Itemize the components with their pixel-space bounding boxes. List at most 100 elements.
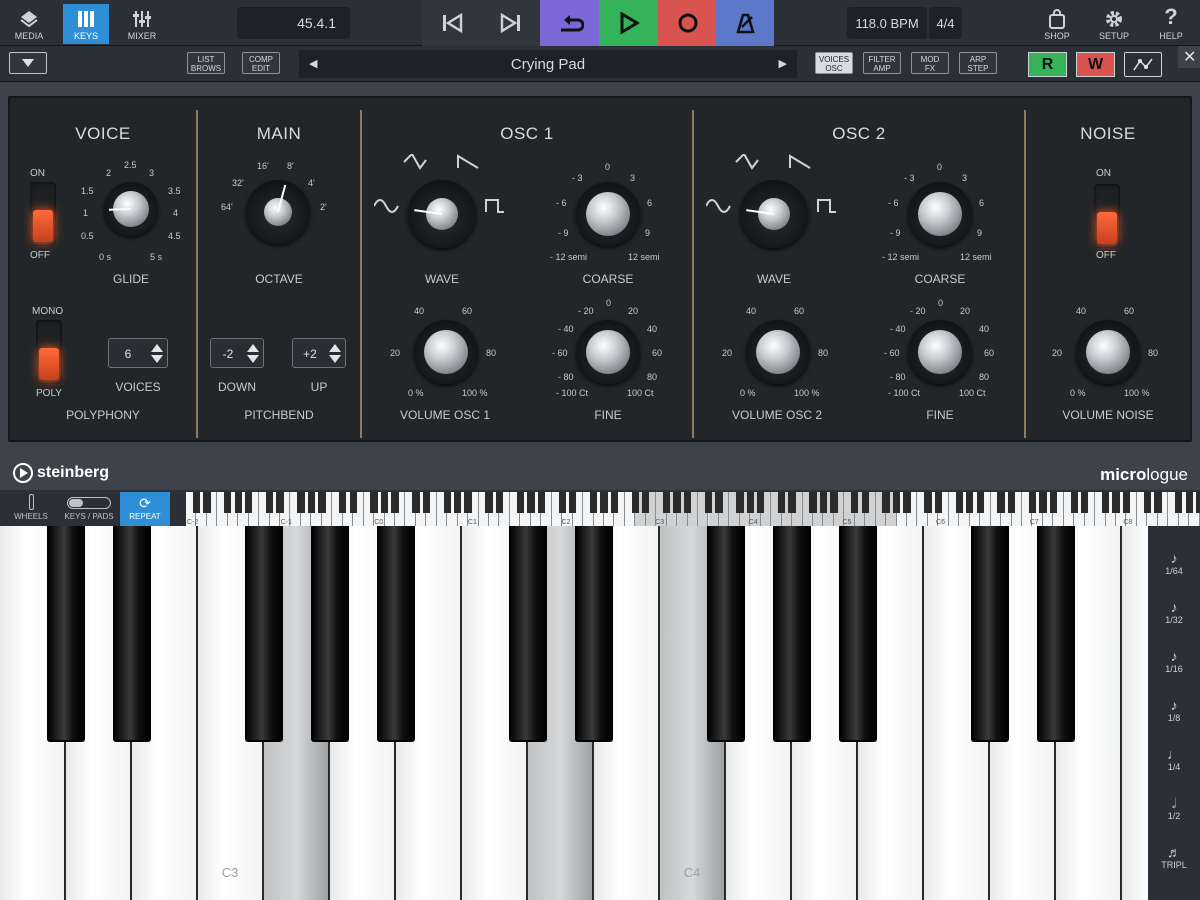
read-automation-button[interactable]: R [1028, 52, 1067, 77]
keyboard-range-overview[interactable]: C-2 C-1 C0 C1 C2 C3 C4 C5 C6 C7 C8 [186, 492, 1200, 526]
osc2-fine-knob[interactable] [908, 320, 972, 384]
record-button[interactable] [658, 0, 717, 46]
mod-fx-button[interactable]: MOD FX [911, 52, 949, 74]
osc1-coarse-knob[interactable] [576, 182, 640, 246]
black-key[interactable] [1037, 526, 1075, 742]
osc1-fine-knob[interactable] [576, 320, 640, 384]
osc2-wave-knob[interactable] [740, 180, 808, 248]
increment-arrow-icon[interactable] [329, 344, 341, 352]
voices-stepper[interactable]: 6 [108, 338, 168, 368]
decrement-arrow-icon[interactable] [151, 355, 163, 363]
help-button[interactable]: ? HELP [1148, 4, 1194, 44]
osc2-wave-label: WAVE [756, 272, 791, 286]
filter-amp-button[interactable]: FILTER AMP [863, 52, 901, 74]
black-key[interactable] [707, 526, 745, 742]
automation-button[interactable] [1124, 52, 1162, 77]
repeat-rate-button[interactable]: ♪ 1/64 [1156, 550, 1192, 580]
overview-black-key [746, 492, 754, 513]
arp-step-button[interactable]: ARP STEP [959, 52, 997, 74]
wheels-tab[interactable]: WHEELS [6, 492, 56, 526]
white-key[interactable] [1122, 526, 1148, 900]
close-button[interactable]: ✕ [1178, 46, 1200, 68]
pitchbend-up-stepper[interactable]: +2 [292, 338, 346, 368]
micrologue-logo: micrologue [1100, 465, 1188, 485]
coarse-tick: 3 [962, 173, 968, 183]
keys-button[interactable]: KEYS [63, 4, 109, 44]
collapse-button[interactable] [9, 52, 47, 74]
overview-black-key [903, 492, 911, 513]
repeat-rate-button[interactable]: 𝅗𝅥 1/2 [1156, 795, 1192, 825]
setup-button[interactable]: SETUP [1091, 4, 1137, 44]
fine-tick: 0 [938, 298, 944, 308]
overview-black-key [610, 492, 619, 513]
fine-tick: - 20 [910, 306, 926, 316]
black-key[interactable] [509, 526, 547, 742]
octave-tick: 8' [287, 161, 294, 171]
tempo-display[interactable]: 118.0 BPM [847, 7, 927, 39]
coarse-tick: 3 [630, 173, 636, 183]
repeat-rate-button[interactable]: ♬ TRIPL [1156, 844, 1192, 874]
mono-poly-switch[interactable] [36, 320, 62, 384]
noise-on-switch[interactable] [1094, 184, 1120, 248]
black-key[interactable] [113, 526, 151, 742]
black-key[interactable] [773, 526, 811, 742]
fine-tick: 20 [628, 306, 639, 316]
play-button[interactable] [599, 0, 658, 46]
overview-black-key [1143, 492, 1152, 513]
octave-knob[interactable] [246, 180, 310, 244]
repeat-rate-button[interactable]: ♩ 1/4 [1156, 746, 1192, 776]
decrement-arrow-icon[interactable] [329, 355, 341, 363]
repeat-rate-button[interactable]: ♪ 1/8 [1156, 697, 1192, 727]
pitchbend-down-stepper[interactable]: -2 [210, 338, 264, 368]
time-signature-display[interactable]: 4/4 [929, 7, 962, 39]
black-key[interactable] [311, 526, 349, 742]
piano-keyboard[interactable]: C3 C4 [0, 526, 1148, 900]
decrement-arrow-icon[interactable] [247, 355, 259, 363]
preset-selector[interactable]: ◀ Crying Pad ▶ [299, 50, 797, 78]
black-key[interactable] [971, 526, 1009, 742]
list-browse-button[interactable]: LIST BROWS [187, 52, 225, 74]
black-key[interactable] [377, 526, 415, 742]
black-key[interactable] [245, 526, 283, 742]
voices-label: VOICES [115, 380, 161, 394]
steinberg-wordmark: steinberg [37, 464, 110, 481]
osc2-volume-knob[interactable] [746, 320, 810, 384]
next-preset-icon[interactable]: ▶ [779, 57, 787, 70]
overview-black-key [245, 492, 253, 513]
noise-volume-knob[interactable] [1076, 320, 1140, 384]
mixer-button[interactable]: MIXER [119, 4, 165, 44]
increment-arrow-icon[interactable] [247, 344, 259, 352]
go-to-start-button[interactable] [422, 0, 481, 46]
volume-tick: 0 % [740, 388, 756, 398]
osc1-volume-knob[interactable] [414, 320, 478, 384]
go-to-end-button[interactable] [481, 0, 540, 46]
key-octave-label: C4 [683, 865, 701, 880]
black-key[interactable] [839, 526, 877, 742]
repeat-rate-button[interactable]: ♪ 1/16 [1156, 648, 1192, 678]
volume-tick: 80 [486, 348, 497, 358]
osc2-coarse-knob[interactable] [908, 182, 972, 246]
repeat-rate-button[interactable]: ♪ 1/32 [1156, 599, 1192, 629]
loop-button[interactable] [540, 0, 599, 46]
voices-osc-button[interactable]: VOICES OSC [815, 52, 853, 74]
osc1-coarse-label: COARSE [582, 272, 634, 286]
position-display[interactable]: 45.4.1 [237, 7, 350, 39]
voice-on-switch[interactable] [30, 182, 56, 246]
metronome-button[interactable] [715, 0, 774, 46]
osc1-wave-knob[interactable] [408, 180, 476, 248]
repeat-tab[interactable]: ⟳ REPEAT [120, 492, 170, 526]
top-toolbar: MEDIA KEYS MIXER 45.4.1 118.0 BPM 4/4 SH… [0, 0, 1200, 46]
coarse-tick: 9 [645, 228, 651, 238]
black-key[interactable] [575, 526, 613, 742]
increment-arrow-icon[interactable] [151, 344, 163, 352]
glide-knob[interactable] [104, 182, 158, 236]
media-button[interactable]: MEDIA [6, 4, 52, 44]
keys-pads-tab[interactable]: KEYS / PADS [62, 492, 116, 526]
osc2-title: OSC 2 [832, 124, 886, 143]
black-key[interactable] [47, 526, 85, 742]
write-automation-button[interactable]: W [1076, 52, 1115, 77]
comp-edit-button[interactable]: COMP EDIT [242, 52, 280, 74]
shop-button[interactable]: SHOP [1034, 4, 1080, 44]
fine-tick: - 100 Ct [556, 388, 589, 398]
overview-black-key [777, 492, 786, 513]
